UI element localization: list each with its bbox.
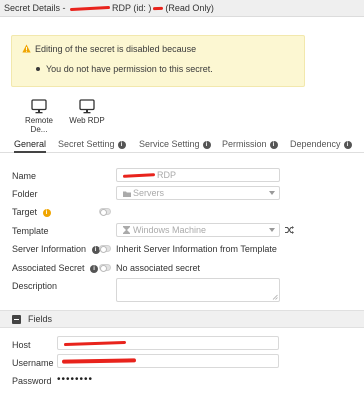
folder-icon: [123, 191, 131, 197]
username-label: Username: [12, 358, 54, 368]
launcher-label: Web RDP: [69, 116, 105, 125]
title-suffix: (Read Only): [165, 3, 214, 13]
tab-dependency[interactable]: Dependency i: [290, 135, 352, 153]
warning-item: You do not have permission to this secre…: [46, 64, 213, 74]
bullet-icon: [36, 67, 40, 71]
tab-label: Secret Setting: [58, 139, 115, 149]
name-value: RDP: [157, 170, 177, 180]
template-label: Template: [12, 226, 49, 236]
server-information-label: Server Information i: [12, 243, 100, 255]
template-select[interactable]: Windows Machine: [116, 223, 280, 237]
target-toggle[interactable]: [99, 208, 111, 216]
target-label: Target i: [12, 206, 51, 218]
username-field[interactable]: [57, 354, 279, 368]
collapse-icon[interactable]: [12, 315, 21, 324]
chevron-down-icon: [269, 228, 275, 232]
redaction-mark: [63, 340, 127, 347]
name-label: Name: [12, 171, 37, 181]
template-value: Windows Machine: [133, 225, 207, 235]
title-mid: RDP (id: ): [112, 3, 152, 13]
info-icon: i: [42, 208, 51, 217]
shuffle-icon[interactable]: [285, 226, 294, 234]
folder-label: Folder: [12, 189, 38, 199]
tab-label: Service Setting: [139, 139, 200, 149]
fields-section-header[interactable]: Fields: [0, 310, 364, 328]
password-value: ••••••••: [57, 374, 94, 385]
info-icon: i: [117, 140, 126, 149]
tab-label: General: [14, 139, 47, 149]
info-icon: i: [269, 140, 278, 149]
tab-service-setting[interactable]: Service Setting i: [139, 135, 211, 153]
tab-label: Permission: [222, 139, 267, 149]
redaction-mark: [69, 6, 111, 12]
warning-icon: [22, 44, 31, 53]
host-label: Host: [12, 340, 31, 350]
host-field[interactable]: [57, 336, 279, 350]
folder-select[interactable]: Servers: [116, 186, 280, 200]
launcher-web-rdp[interactable]: Web RDP: [64, 99, 110, 125]
redaction-mark: [122, 173, 156, 178]
chevron-down-icon: [269, 191, 275, 195]
server-information-label-text: Server Information: [12, 244, 87, 254]
title-prefix: Secret Details -: [4, 3, 69, 13]
server-information-toggle[interactable]: [99, 245, 111, 253]
associated-secret-label-text: Associated Secret: [12, 263, 85, 273]
hourglass-icon: [123, 226, 130, 234]
readonly-warning-panel: Editing of the secret is disabled becaus…: [11, 35, 305, 87]
monitor-icon: [31, 99, 47, 114]
folder-value: Servers: [133, 188, 165, 198]
target-label-text: Target: [12, 207, 38, 217]
resize-handle-icon[interactable]: [272, 294, 278, 300]
window-title-bar: Secret Details - RDP (id: ) (Read Only): [0, 0, 364, 17]
name-field[interactable]: RDP: [116, 168, 280, 182]
description-label: Description: [12, 281, 58, 291]
tab-secret-setting[interactable]: Secret Setting i: [58, 135, 126, 153]
info-icon: i: [90, 264, 99, 273]
associated-secret-value: No associated secret: [116, 263, 201, 273]
redaction-mark: [61, 358, 137, 364]
launcher-remote-desktop[interactable]: Remote De...: [16, 99, 62, 134]
launcher-label: Remote De...: [24, 116, 53, 134]
warning-title: Editing of the secret is disabled becaus…: [35, 44, 197, 54]
fields-title: Fields: [28, 314, 53, 324]
description-textarea[interactable]: [116, 278, 280, 302]
tab-bar: General Secret Setting i Service Setting i…: [0, 135, 364, 153]
tab-permission[interactable]: Permission i: [222, 135, 278, 153]
associated-secret-toggle[interactable]: [99, 264, 111, 272]
redaction-mark: [153, 6, 164, 11]
password-label: Password: [12, 376, 52, 386]
info-icon: i: [343, 140, 352, 149]
monitor-icon: [79, 99, 95, 114]
server-information-value: Inherit Server Information from Template: [116, 244, 277, 254]
info-icon: i: [202, 140, 211, 149]
associated-secret-label: Associated Secret i: [12, 262, 99, 274]
tab-label: Dependency: [290, 139, 341, 149]
tab-general[interactable]: General: [14, 135, 47, 153]
